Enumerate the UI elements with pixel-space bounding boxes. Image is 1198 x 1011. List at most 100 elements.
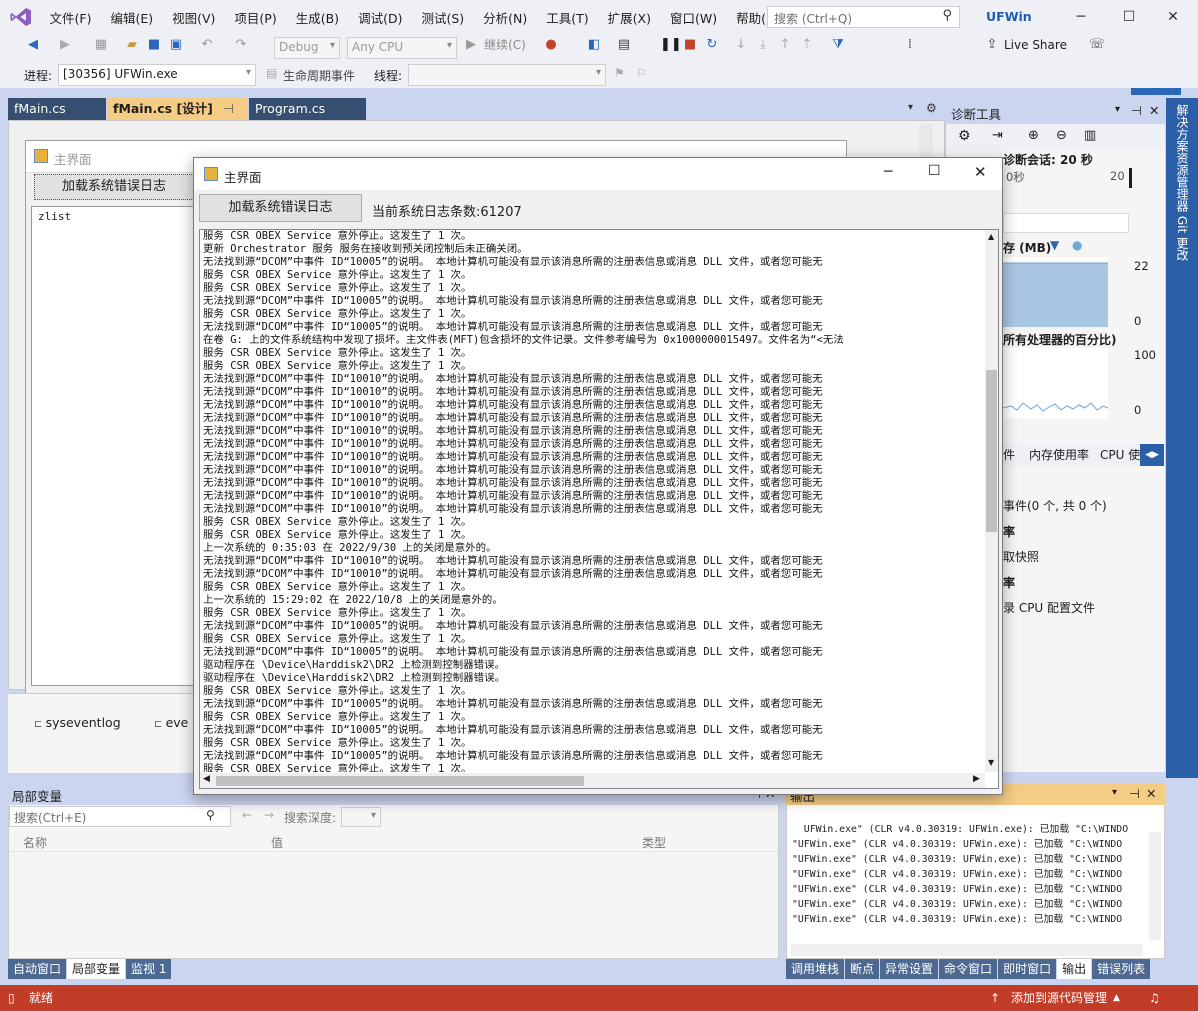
tab-output[interactable]: 输出 xyxy=(1057,959,1092,979)
breakpoint-icon[interactable]: ⁞ xyxy=(902,34,918,56)
output-vertical-scrollbar[interactable] xyxy=(1149,832,1161,940)
tab-fmain-designer[interactable]: fMain.cs [设计] ⊣ ✕ xyxy=(107,98,247,138)
menu-project[interactable]: 项目(P) xyxy=(225,8,286,27)
output-horizontal-scrollbar[interactable] xyxy=(791,944,1143,956)
export-icon[interactable]: ⇥ xyxy=(992,128,1003,143)
tab-exception-settings[interactable]: 异常设置 xyxy=(880,959,939,979)
pin-icon[interactable]: ⊣ xyxy=(1129,786,1140,801)
menu-window[interactable]: 窗口(W) xyxy=(660,8,726,27)
search-back-icon[interactable]: ← xyxy=(242,808,252,822)
open-folder-icon[interactable]: ▰ xyxy=(123,34,141,56)
layout-icon[interactable]: ▤ xyxy=(616,34,632,56)
column-name[interactable]: 名称 xyxy=(23,834,47,851)
tab-command-window[interactable]: 命令窗口 xyxy=(939,959,998,979)
scroll-up-icon[interactable]: ▲ xyxy=(988,232,994,241)
continue-button[interactable]: 继续(C) xyxy=(481,34,529,56)
record-cpu-profile-button[interactable]: 录 CPU 配置文件 xyxy=(1003,599,1095,616)
close-icon[interactable]: ✕ xyxy=(974,163,987,181)
flag-thread-icon[interactable]: ⚐ xyxy=(636,66,647,80)
step-out-icon[interactable]: ↑ xyxy=(778,34,792,56)
search-forward-icon[interactable]: → xyxy=(264,808,274,822)
menu-extensions[interactable]: 扩展(X) xyxy=(598,8,660,27)
tab-cpu-usage[interactable]: CPU 使 xyxy=(1100,444,1140,466)
tab-dropdown-icon[interactable]: ▾ xyxy=(908,102,913,113)
feedback-icon[interactable]: ☏ xyxy=(1088,34,1106,56)
step-over-icon[interactable]: ⤓ xyxy=(756,34,770,56)
settings-icon[interactable]: ⚙ xyxy=(958,128,971,144)
zoom-in-icon[interactable]: ⊕ xyxy=(1028,128,1039,143)
hot-reload-icon[interactable]: ● xyxy=(543,34,559,56)
application-insights-icon[interactable]: ◧ xyxy=(586,34,602,56)
close-icon[interactable]: ✕ xyxy=(1160,4,1186,30)
reset-view-icon[interactable]: ▥ xyxy=(1084,128,1096,143)
tab-autos[interactable]: 自动窗口 xyxy=(8,959,67,979)
redo-icon[interactable]: ↷ xyxy=(232,34,250,56)
menu-analyze[interactable]: 分析(N) xyxy=(474,8,537,27)
right-side-rail[interactable]: 解决方案资源管理器 Git 更改 xyxy=(1166,98,1198,778)
tab-fmain-cs[interactable]: fMain.cs xyxy=(8,98,106,120)
take-snapshot-button[interactable]: 取快照 xyxy=(1003,548,1039,565)
maximize-icon[interactable]: ☐ xyxy=(928,163,941,179)
scroll-thumb[interactable] xyxy=(986,370,997,532)
tab-error-list[interactable]: 错误列表 xyxy=(1092,959,1151,979)
pin-icon[interactable]: ⊣ xyxy=(223,101,234,116)
filter-icon[interactable]: ⧩ xyxy=(830,34,846,56)
tab-memory-usage[interactable]: 内存使用率 xyxy=(1029,444,1089,466)
step-into-icon[interactable]: ↓ xyxy=(734,34,748,56)
scroll-down-icon[interactable]: ▼ xyxy=(988,758,994,767)
back-icon[interactable]: ◀ xyxy=(24,34,42,56)
log-vertical-scrollbar[interactable]: ▲ ▼ xyxy=(985,230,998,772)
minimize-icon[interactable]: ─ xyxy=(884,164,892,180)
pause-icon[interactable]: ❚❚ xyxy=(660,34,682,56)
component-eventlog[interactable]: ⊏ eve xyxy=(154,715,188,730)
thread-select[interactable] xyxy=(408,64,606,86)
menu-tools[interactable]: 工具(T) xyxy=(537,8,598,27)
tab-immediate-window[interactable]: 即时窗口 xyxy=(998,959,1057,979)
menu-test[interactable]: 测试(S) xyxy=(412,8,474,27)
menu-edit[interactable]: 编辑(E) xyxy=(101,8,163,27)
global-search-input[interactable]: 搜索 (Ctrl+Q) ⚲ xyxy=(767,6,960,28)
close-icon[interactable]: ✕ xyxy=(1149,103,1159,118)
settings-icon[interactable]: ⚙ xyxy=(926,101,937,115)
live-share-button[interactable]: Live Share xyxy=(1004,34,1068,56)
column-type[interactable]: 类型 xyxy=(642,834,666,851)
restart-icon[interactable]: ↻ xyxy=(704,34,720,56)
new-project-icon[interactable]: ▦ xyxy=(92,34,110,56)
platform-select[interactable]: Any CPU xyxy=(347,37,457,59)
minimize-icon[interactable]: ─ xyxy=(1068,4,1094,30)
scroll-left-icon[interactable]: ◀ xyxy=(203,774,210,784)
lifecycle-events-button[interactable]: 生命周期事件 xyxy=(283,67,355,84)
zoom-out-icon[interactable]: ⊖ xyxy=(1056,128,1067,143)
timeline-cursor[interactable] xyxy=(1129,168,1132,188)
scroll-thumb[interactable] xyxy=(216,776,584,786)
tab-events[interactable]: 件 xyxy=(1003,444,1015,466)
close-icon[interactable]: ✕ xyxy=(1146,786,1156,801)
live-share-icon[interactable]: ⇪ xyxy=(984,34,1000,56)
scroll-right-icon[interactable]: ▶ xyxy=(973,774,980,784)
scroll-tabs-icon[interactable]: ◀▶ xyxy=(1140,444,1164,466)
designer-load-button[interactable]: 加载系统错误日志 xyxy=(34,174,194,200)
menu-file[interactable]: 文件(F) xyxy=(40,8,101,27)
log-horizontal-scrollbar[interactable]: ◀ ▶ xyxy=(200,773,985,788)
pin-icon[interactable]: ⊣ xyxy=(1131,103,1142,118)
designer-zlist[interactable]: zlist xyxy=(31,206,201,686)
log-list[interactable]: 服务 CSR OBEX Service 意外停止。这发生了 1 次。 更新 Orc… xyxy=(199,229,999,789)
tab-breakpoints[interactable]: 断点 xyxy=(845,959,880,979)
menu-build[interactable]: 生成(B) xyxy=(286,8,348,27)
notifications-icon[interactable]: ♫ xyxy=(1149,985,1160,1011)
dropdown-icon[interactable]: ▾ xyxy=(1115,104,1120,115)
configuration-select[interactable]: Debug xyxy=(274,37,340,59)
step-back-icon[interactable]: ⇡ xyxy=(800,34,814,56)
undo-icon[interactable]: ↶ xyxy=(198,34,216,56)
dropdown-icon[interactable]: ▾ xyxy=(1112,787,1117,798)
flag-icon[interactable]: ⚑ xyxy=(614,66,625,80)
forward-icon[interactable]: ▶ xyxy=(56,34,74,56)
save-all-icon[interactable]: ▣ xyxy=(167,34,185,56)
output-text[interactable]: UFWin.exe" (CLR v4.0.30319: UFWin.exe): … xyxy=(792,822,1152,927)
timeline-filter-box[interactable] xyxy=(1003,213,1129,233)
tab-program-cs[interactable]: Program.cs xyxy=(249,98,366,120)
menu-debug[interactable]: 调试(D) xyxy=(349,8,412,27)
tab-watch-1[interactable]: 监视 1 xyxy=(126,959,172,979)
process-select[interactable]: [30356] UFWin.exe xyxy=(58,64,256,86)
load-error-log-button[interactable]: 加载系统错误日志 xyxy=(199,194,362,222)
